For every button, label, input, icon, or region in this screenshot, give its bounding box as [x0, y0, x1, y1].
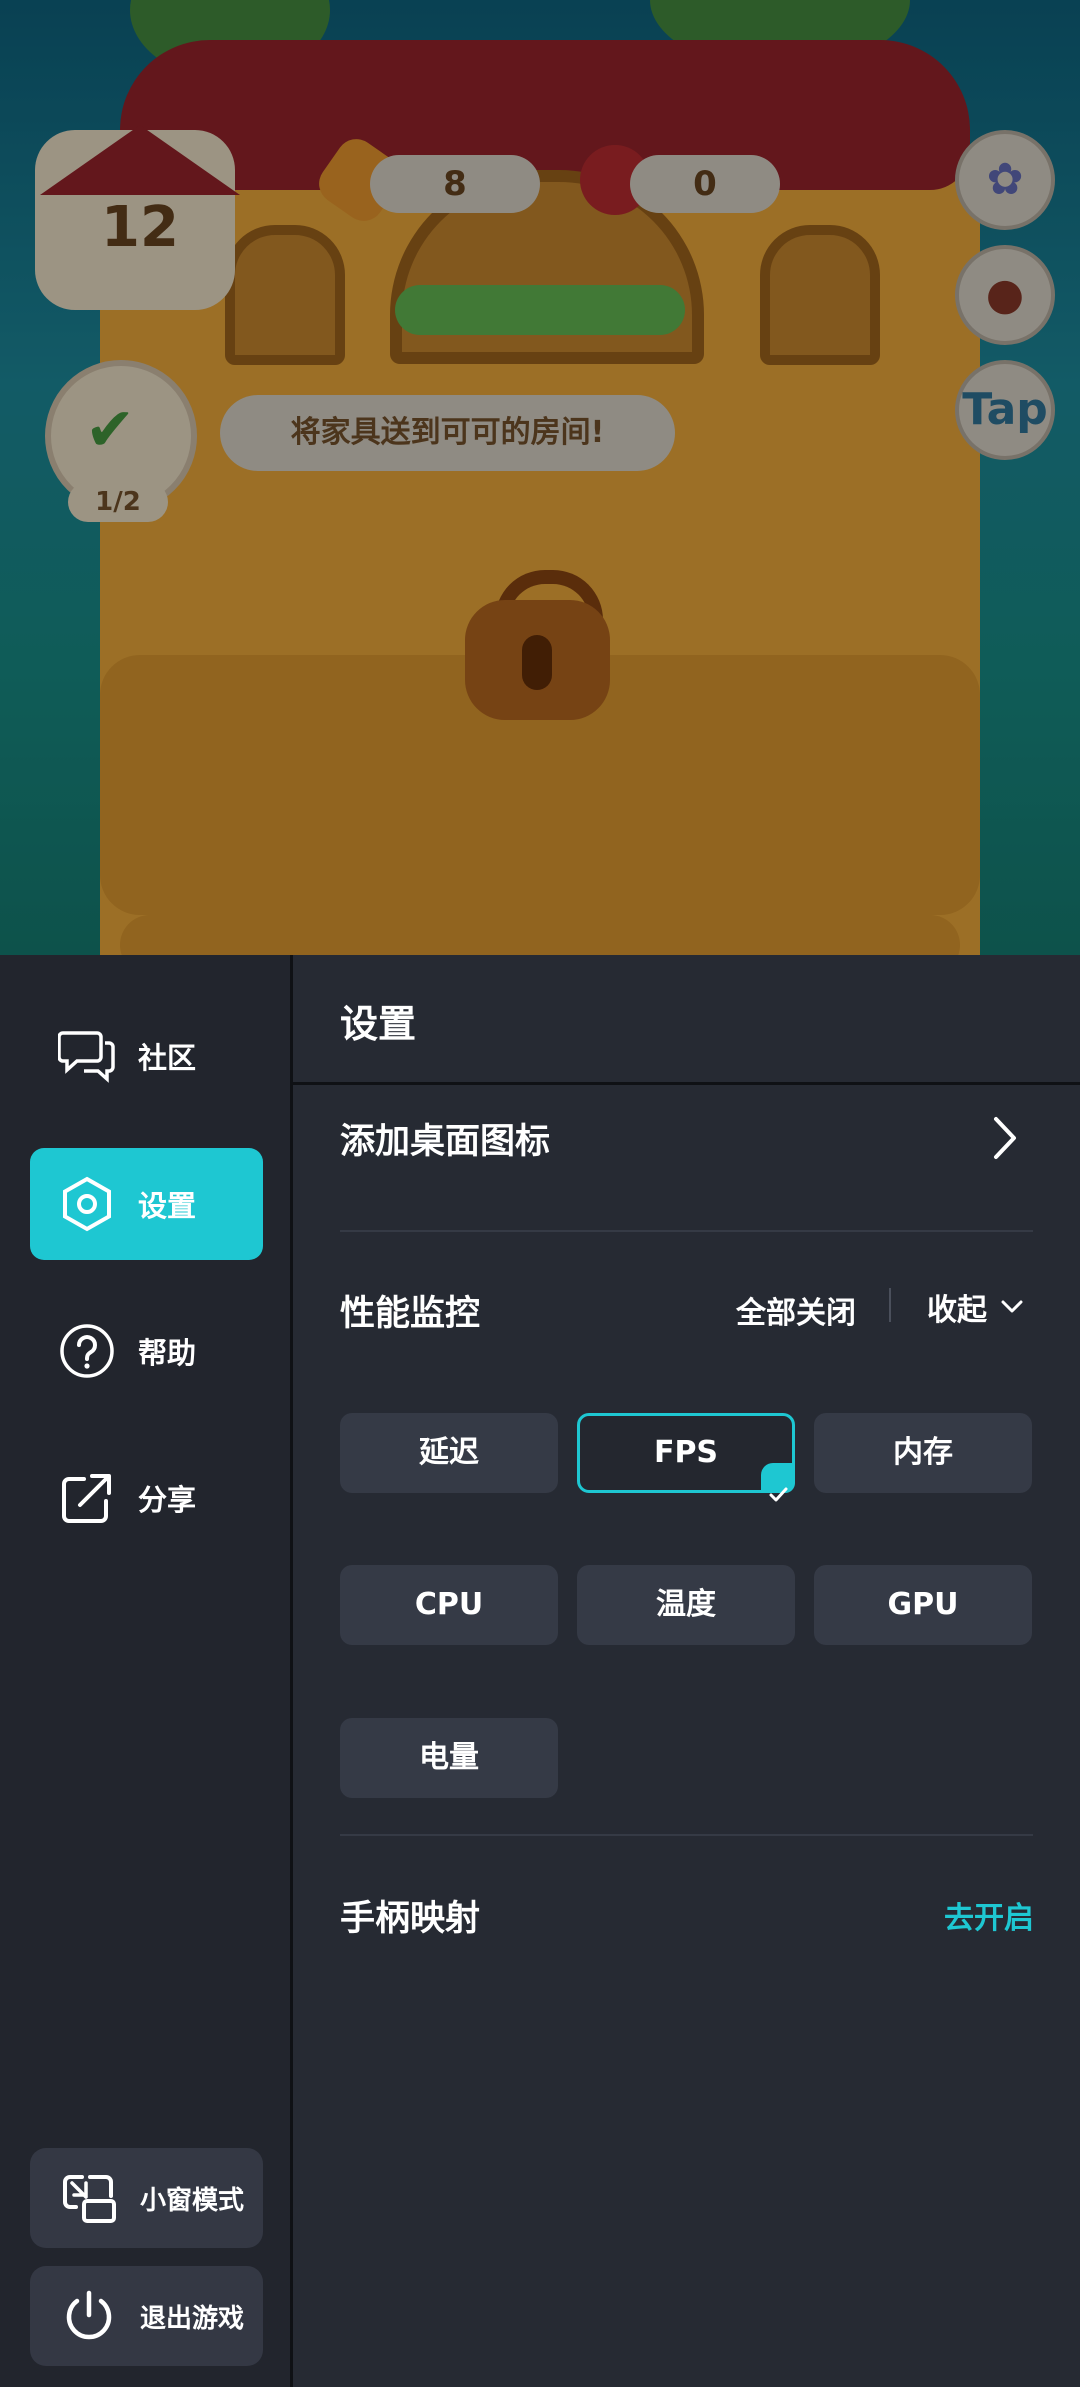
metric-temperature-chip[interactable]: 温度 — [577, 1565, 795, 1645]
sidebar-item-label: 社区 — [138, 1041, 197, 1075]
metric-gpu-chip[interactable]: GPU — [814, 1565, 1032, 1645]
sidebar-item-community[interactable]: 社区 — [30, 1000, 263, 1112]
check-icon — [761, 1463, 795, 1502]
exit-game-button[interactable]: 退出游戏 — [30, 2266, 263, 2366]
sidebar-item-label: 分享 — [138, 1483, 197, 1517]
share-icon — [62, 1474, 111, 1523]
exit-game-label: 退出游戏 — [140, 2303, 245, 2334]
sidebar-item-settings[interactable]: 设置 — [30, 1148, 263, 1260]
sidebar-item-share[interactable]: 分享 — [30, 1442, 263, 1554]
divider — [340, 1230, 1033, 1232]
divider — [340, 1834, 1033, 1836]
help-icon — [60, 1324, 114, 1378]
picture-in-picture-icon — [63, 2175, 116, 2223]
chevron-right-icon — [994, 1117, 1016, 1159]
chevron-down-icon — [1001, 1300, 1023, 1313]
dim-overlay — [0, 0, 1080, 955]
metric-fps-chip[interactable]: FPS — [577, 1413, 795, 1502]
power-icon — [66, 2290, 112, 2340]
sidebar-item-label: 帮助 — [138, 1336, 197, 1370]
controller-mapping-title: 手柄映射 — [340, 1899, 481, 1939]
metric-latency-chip[interactable]: 延迟 — [340, 1413, 558, 1493]
game-view[interactable]: 12 8 0 ✔ 1/2 将家具送到可可的房间! ✿ ● Tap — [0, 0, 1080, 955]
controller-enable-link[interactable]: 去开启 — [944, 1893, 1034, 1937]
chat-icon — [58, 1031, 115, 1083]
sidebar-item-label: 设置 — [138, 1189, 197, 1223]
hexagon-settings-icon — [63, 1176, 111, 1232]
page-title: 设置 — [340, 1002, 417, 1046]
metric-fps-label: FPS — [653, 1435, 719, 1470]
window-mode-button[interactable]: 小窗模式 — [30, 2148, 263, 2248]
settings-header: 设置 — [293, 955, 1080, 1085]
collapse-button[interactable]: 收起 — [927, 1285, 1023, 1328]
add-shortcut-label: 添加桌面图标 — [340, 1122, 551, 1162]
metric-memory-chip[interactable]: 内存 — [814, 1413, 1032, 1493]
separator — [889, 1288, 891, 1322]
add-shortcut-row[interactable]: 添加桌面图标 — [293, 1085, 1080, 1185]
metric-battery-chip[interactable]: 电量 — [340, 1718, 558, 1798]
window-mode-label: 小窗模式 — [140, 2185, 245, 2216]
collapse-label: 收起 — [927, 1293, 987, 1328]
close-all-button[interactable]: 全部关闭 — [736, 1288, 856, 1332]
settings-main: 设置 添加桌面图标 性能监控 全部关闭 收起 延迟 FPS 内存 CPU 温度 … — [293, 955, 1080, 2387]
sidebar-item-help[interactable]: 帮助 — [30, 1295, 263, 1407]
metric-cpu-chip[interactable]: CPU — [340, 1565, 558, 1645]
perf-monitor-title: 性能监控 — [340, 1294, 481, 1334]
